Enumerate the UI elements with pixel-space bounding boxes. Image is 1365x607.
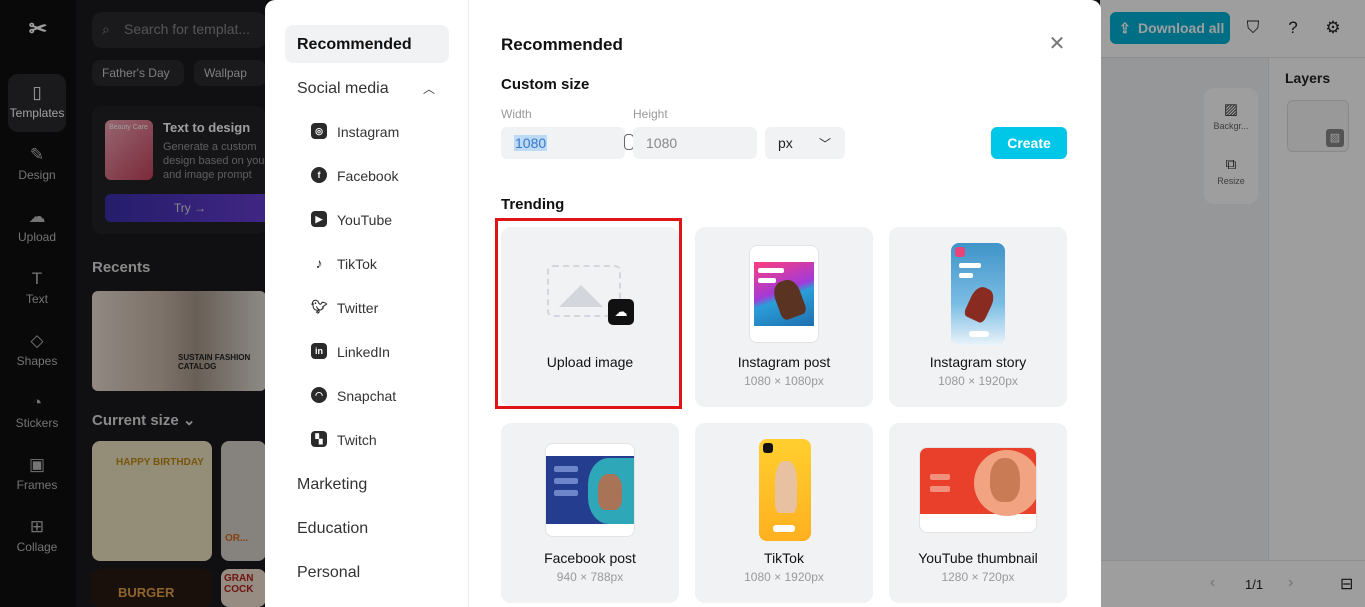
card-size: 1080 × 1920px — [938, 374, 1018, 388]
nav-education[interactable]: Education — [285, 509, 449, 547]
card-size: 940 × 788px — [556, 570, 624, 584]
width-input[interactable]: 1080 — [501, 127, 625, 159]
trending-title: Trending — [501, 196, 565, 213]
linkedin-icon: in — [311, 343, 327, 359]
nav-label: YouTube — [337, 212, 393, 228]
height-input[interactable]: 1080 — [633, 127, 757, 159]
create-button[interactable]: Create — [991, 127, 1067, 159]
nav-tiktok[interactable]: ♪ TikTok — [309, 249, 459, 279]
nav-instagram[interactable]: ◎ Instagram — [309, 117, 459, 147]
nav-label: Instagram — [337, 124, 400, 140]
nav-social-media[interactable]: Social media ︿ — [285, 69, 449, 107]
instagram-story-card[interactable]: Instagram story 1080 × 1920px — [889, 227, 1067, 407]
tiktok-icon: ♪ — [315, 255, 323, 271]
modal-title: Recommended — [501, 35, 623, 54]
tiktok-preview — [759, 439, 811, 541]
facebook-post-card[interactable]: Facebook post 940 × 788px — [501, 423, 679, 603]
nav-facebook[interactable]: f Facebook — [309, 161, 459, 191]
nav-label: LinkedIn — [337, 344, 390, 360]
highlight-box — [495, 218, 682, 409]
width-value: 1080 — [514, 135, 548, 151]
youtube-icon: ▶ — [311, 211, 327, 227]
nav-twitter[interactable]: 🐦︎ Twitter — [309, 293, 459, 323]
twitter-icon: 🐦︎ — [311, 299, 328, 314]
height-label: Height — [633, 107, 668, 121]
instagram-story-preview — [951, 243, 1005, 345]
instagram-post-preview — [749, 245, 819, 343]
card-name: YouTube thumbnail — [918, 550, 1038, 566]
close-icon[interactable]: ✕ — [1047, 34, 1067, 54]
height-value: 1080 — [646, 135, 678, 151]
nav-twitch[interactable]: ▚ Twitch — [309, 425, 459, 455]
nav-label: Twitch — [337, 432, 377, 448]
chevron-down-icon: ﹀ — [818, 137, 831, 151]
tiktok-card[interactable]: TikTok 1080 × 1920px — [695, 423, 873, 603]
card-size: 1280 × 720px — [941, 570, 1015, 584]
instagram-post-card[interactable]: Instagram post 1080 × 1080px — [695, 227, 873, 407]
nav-label: Social media — [297, 80, 389, 97]
youtube-thumbnail-preview — [919, 447, 1037, 533]
unit-select[interactable]: px ﹀ — [765, 127, 845, 159]
card-name: Instagram story — [929, 354, 1027, 370]
snapchat-icon: ◠ — [311, 387, 327, 403]
nav-marketing[interactable]: Marketing — [285, 465, 449, 503]
card-size: 1080 × 1920px — [744, 570, 824, 584]
nav-label: Twitter — [337, 300, 379, 316]
nav-linkedin[interactable]: in LinkedIn — [309, 337, 459, 367]
card-name: Instagram post — [737, 354, 831, 370]
card-size: 1080 × 1080px — [744, 374, 824, 388]
card-name: Facebook post — [544, 550, 636, 566]
size-picker-modal: Recommended Social media ︿ ◎ Instagram fF… — [265, 0, 1101, 607]
nav-recommended[interactable]: Recommended — [285, 25, 449, 63]
nav-label: TikTok — [337, 256, 377, 272]
nav-snapchat[interactable]: ◠ Snapchat — [309, 381, 459, 411]
nav-label: Facebook — [337, 168, 399, 184]
chevron-up-icon: ︿ — [422, 82, 435, 96]
twitch-icon: ▚ — [311, 431, 327, 447]
card-name: TikTok — [764, 550, 804, 566]
custom-size-title: Custom size — [501, 76, 590, 93]
nav-label: Snapchat — [337, 388, 397, 404]
facebook-icon: f — [311, 167, 327, 183]
facebook-post-preview — [545, 443, 635, 537]
modal-sidebar: Recommended Social media ︿ ◎ Instagram fF… — [265, 0, 469, 607]
youtube-thumbnail-card[interactable]: YouTube thumbnail 1280 × 720px — [889, 423, 1067, 603]
instagram-icon: ◎ — [311, 123, 327, 139]
width-label: Width — [501, 107, 532, 121]
nav-youtube[interactable]: ▶ YouTube — [309, 205, 459, 235]
nav-personal[interactable]: Personal — [285, 553, 449, 591]
unit-value: px — [778, 135, 793, 151]
